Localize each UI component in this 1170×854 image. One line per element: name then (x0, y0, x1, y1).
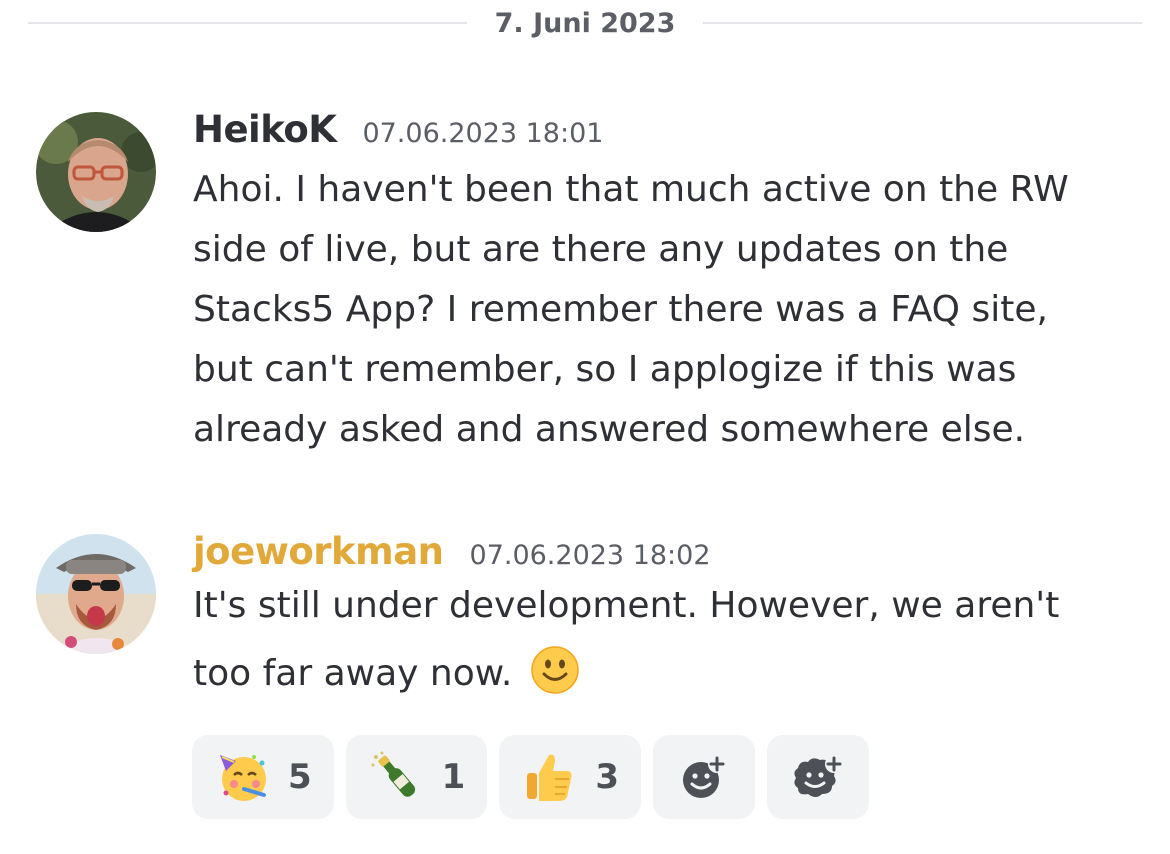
avatar-joeworkman[interactable] (36, 534, 156, 654)
message-line: but can't remember, so I applogize if th… (193, 349, 1017, 390)
message-line: too far away now. (193, 653, 513, 694)
date-divider: 7. Juni 2023 (28, 0, 1143, 46)
add-super-reaction-icon (794, 755, 844, 797)
message-timestamp: 07.06.2023 18:02 (469, 540, 711, 571)
message-timestamp: 07.06.2023 18:01 (362, 118, 604, 149)
slightly-smiling-face-icon (530, 645, 580, 695)
avatar-heikok[interactable] (36, 112, 156, 232)
reactions-bar: 5 1 3 (192, 735, 870, 819)
reaction-champagne[interactable]: 1 (345, 735, 488, 819)
divider-line-left (28, 22, 467, 24)
reaction-thumbs-up[interactable]: 3 (499, 735, 642, 819)
add-reaction-icon (683, 755, 727, 798)
add-reaction-button[interactable] (653, 735, 756, 819)
reaction-count: 5 (288, 757, 312, 797)
message-line: Stacks5 App? I remember there was a FAQ … (193, 289, 1048, 330)
message-line: It's still under development. However, w… (193, 585, 1060, 626)
message-content: joeworkman 07.06.2023 18:02 It's still u… (193, 530, 1143, 708)
partying-face-icon (220, 755, 266, 801)
message-header: joeworkman 07.06.2023 18:02 (193, 530, 1143, 578)
reaction-partying-face[interactable]: 5 (192, 735, 334, 819)
reaction-count: 1 (441, 757, 466, 797)
divider-line-right (703, 22, 1143, 24)
message-content: HeikoK 07.06.2023 18:01 Ahoi. I haven't … (193, 108, 1143, 460)
username-heikok[interactable]: HeikoK (193, 108, 337, 151)
champagne-bottle-icon (371, 751, 415, 797)
message-text: It's still under development. However, w… (193, 572, 1143, 708)
divider-date: 7. Juni 2023 (494, 7, 676, 39)
thumbs-up-icon (527, 754, 572, 801)
message-line: already asked and answered somewhere els… (193, 409, 1026, 450)
username-joeworkman[interactable]: joeworkman (193, 530, 444, 573)
reaction-count: 3 (595, 757, 620, 797)
message-line: side of live, but are there any updates … (193, 229, 1009, 270)
message-line: Ahoi. I haven't been that much active on… (193, 169, 1069, 210)
add-super-reaction-button[interactable] (767, 735, 870, 819)
message-text: Ahoi. I haven't been that much active on… (193, 160, 1143, 460)
message-line-with-emoji: too far away now. (193, 640, 1143, 708)
message-header: HeikoK 07.06.2023 18:01 (193, 108, 1143, 156)
